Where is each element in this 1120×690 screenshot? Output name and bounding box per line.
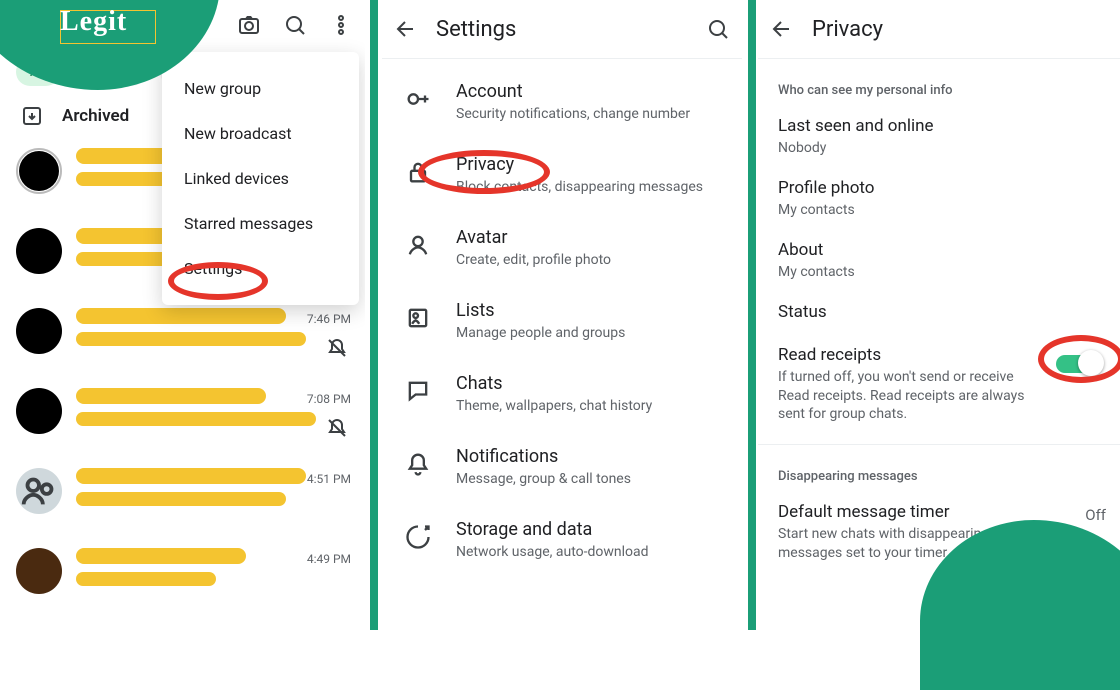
panel-separator <box>370 0 378 630</box>
chat-time: 4:49 PM <box>307 552 351 566</box>
brand-logo: Legit <box>60 6 127 38</box>
panel-settings: Settings Account Security notifications, … <box>382 0 742 630</box>
chat-time: 7:46 PM <box>307 312 351 326</box>
settings-list: Account Security notifications, change nu… <box>382 65 742 576</box>
overflow-menu: New group New broadcast Linked devices S… <box>162 52 359 305</box>
avatar <box>16 388 62 434</box>
read-receipts-sub: If turned off, you won't send or receive… <box>778 368 1030 425</box>
lists-icon <box>404 304 432 332</box>
settings-row-title: Avatar <box>456 227 611 248</box>
menu-settings[interactable]: Settings <box>162 246 359 291</box>
redacted-text <box>76 492 286 506</box>
lock-icon <box>404 158 432 186</box>
camera-icon[interactable] <box>237 13 261 37</box>
redacted-text <box>76 412 316 426</box>
settings-title: Settings <box>436 17 516 42</box>
settings-row-title: Lists <box>456 300 625 321</box>
key-icon <box>404 85 432 113</box>
privacy-header: Privacy <box>758 0 1120 58</box>
settings-header: Settings <box>382 0 742 58</box>
chats-icon <box>404 377 432 405</box>
privacy-row-sub: My contacts <box>778 201 1100 220</box>
privacy-row[interactable]: Profile photo My contacts <box>758 168 1120 230</box>
menu-new-broadcast[interactable]: New broadcast <box>162 111 359 156</box>
back-icon[interactable] <box>394 17 418 41</box>
redacted-text <box>76 548 246 564</box>
settings-row-key[interactable]: Account Security notifications, change nu… <box>382 65 742 138</box>
privacy-row-sub: Nobody <box>778 139 1100 158</box>
settings-row-title: Chats <box>456 373 652 394</box>
settings-row-data[interactable]: Storage and data Network usage, auto-down… <box>382 503 742 576</box>
privacy-row[interactable]: About My contacts <box>758 230 1120 292</box>
settings-row-sub: Message, group & call tones <box>456 471 631 487</box>
panel-separator <box>748 0 756 630</box>
muted-icon <box>325 416 349 440</box>
chat-row[interactable]: 4:49 PM <box>0 538 365 618</box>
bell-icon <box>404 450 432 478</box>
privacy-row[interactable]: Last seen and online Nobody <box>758 106 1120 168</box>
dmt-title: Default message timer <box>778 502 1050 522</box>
chat-row[interactable]: 4:51 PM <box>0 458 365 538</box>
settings-row-title: Privacy <box>456 154 703 175</box>
menu-starred[interactable]: Starred messages <box>162 201 359 246</box>
search-icon[interactable] <box>706 17 730 41</box>
settings-row-avatar[interactable]: Avatar Create, edit, profile photo <box>382 211 742 284</box>
chat-time: 4:51 PM <box>307 472 351 486</box>
data-icon <box>404 523 432 551</box>
settings-row-title: Storage and data <box>456 519 649 540</box>
read-receipts-toggle[interactable] <box>1052 349 1106 379</box>
privacy-row-sub: My contacts <box>778 263 1100 282</box>
settings-row-chats[interactable]: Chats Theme, wallpapers, chat history <box>382 357 742 430</box>
back-icon[interactable] <box>770 17 794 41</box>
settings-row-lock[interactable]: Privacy Block contacts, disappearing mess… <box>382 138 742 211</box>
privacy-row-title: Last seen and online <box>778 116 1100 136</box>
privacy-row[interactable]: Status <box>758 292 1120 335</box>
redacted-text <box>76 308 286 324</box>
read-receipts-title: Read receipts <box>778 345 1030 365</box>
settings-row-bell[interactable]: Notifications Message, group & call tones <box>382 430 742 503</box>
redacted-text <box>76 228 176 244</box>
row-read-receipts[interactable]: Read receipts If turned off, you won't s… <box>758 335 1120 435</box>
redacted-text <box>76 468 306 484</box>
panel-chats: All Unread F Archived <box>0 0 365 630</box>
avatar <box>16 548 62 594</box>
avatar-icon <box>404 231 432 259</box>
avatar <box>16 308 62 354</box>
settings-row-sub: Network usage, auto-download <box>456 544 649 560</box>
redacted-text <box>76 388 266 404</box>
avatar <box>16 148 62 194</box>
section-disappearing: Disappearing messages <box>758 451 1120 492</box>
settings-row-lists[interactable]: Lists Manage people and groups <box>382 284 742 357</box>
settings-row-sub: Create, edit, profile photo <box>456 252 611 268</box>
avatar <box>16 468 62 514</box>
redacted-text <box>76 332 306 346</box>
redacted-text <box>76 572 216 586</box>
settings-row-sub: Block contacts, disappearing messages <box>456 179 703 195</box>
settings-row-title: Notifications <box>456 446 631 467</box>
settings-row-sub: Security notifications, change number <box>456 106 690 122</box>
section-personal-info: Who can see my personal info <box>758 65 1120 106</box>
privacy-row-title: About <box>778 240 1100 260</box>
privacy-title: Privacy <box>812 17 883 42</box>
menu-linked-devices[interactable]: Linked devices <box>162 156 359 201</box>
privacy-row-title: Profile photo <box>778 178 1100 198</box>
chat-row[interactable]: 7:08 PM <box>0 378 365 458</box>
chat-row[interactable]: 7:46 PM <box>0 298 365 378</box>
overflow-icon[interactable] <box>329 13 353 37</box>
archived-label: Archived <box>62 106 129 126</box>
settings-row-sub: Theme, wallpapers, chat history <box>456 398 652 414</box>
search-icon[interactable] <box>283 13 307 37</box>
privacy-row-title: Status <box>778 302 1100 322</box>
menu-new-group[interactable]: New group <box>162 66 359 111</box>
muted-icon <box>325 336 349 360</box>
chat-time: 7:08 PM <box>307 392 351 406</box>
archive-icon <box>20 104 44 128</box>
settings-row-title: Account <box>456 81 690 102</box>
dmt-value: Off <box>1085 506 1106 524</box>
settings-row-sub: Manage people and groups <box>456 325 625 341</box>
avatar <box>16 228 62 274</box>
